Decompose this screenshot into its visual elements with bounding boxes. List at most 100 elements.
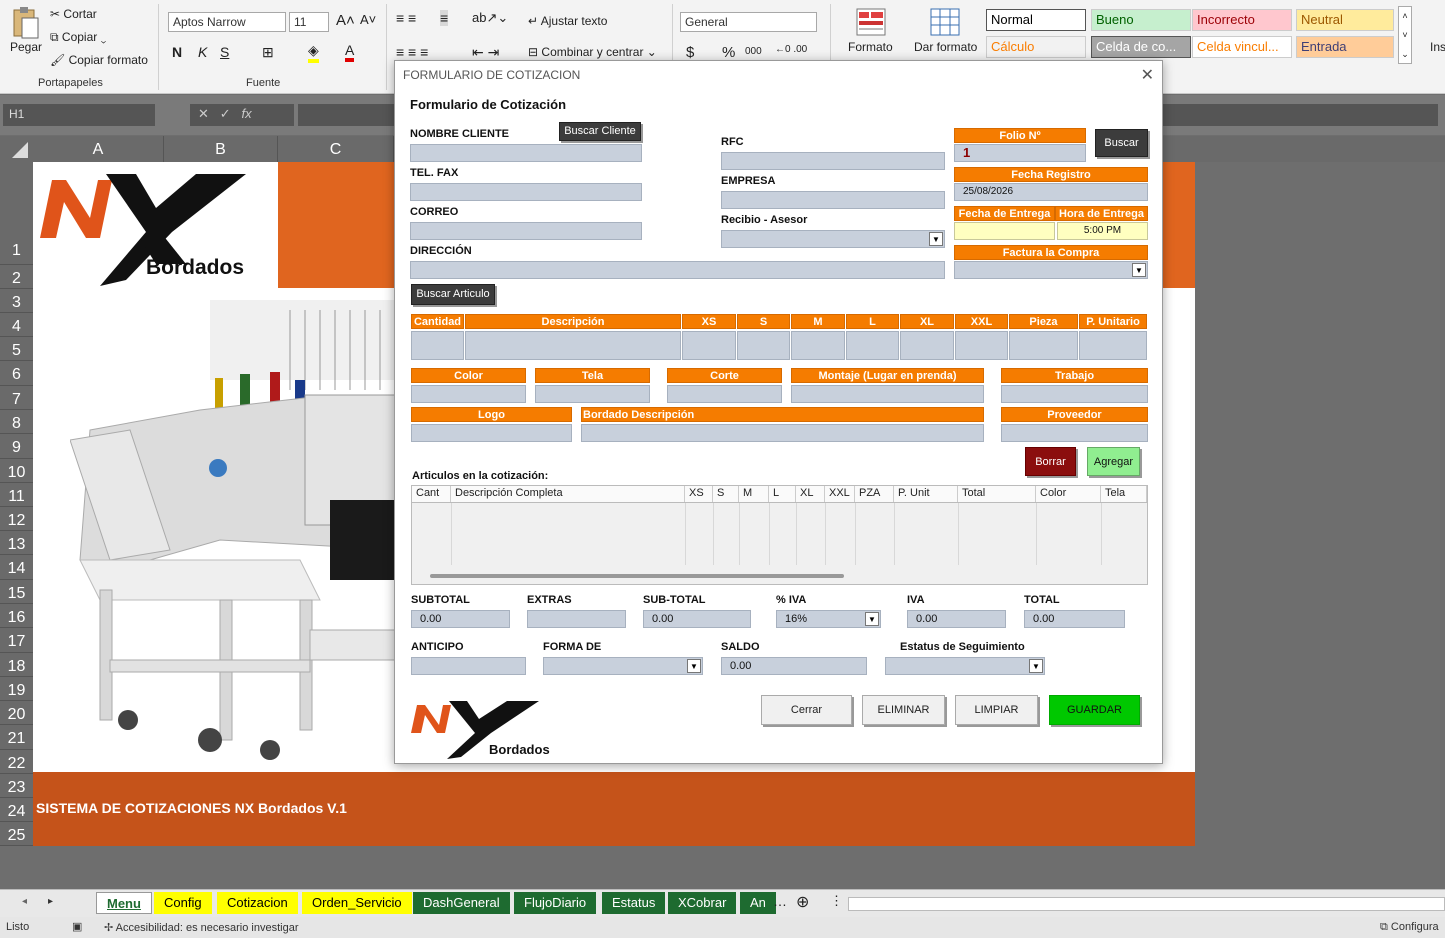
grid-col-5[interactable]: L — [769, 486, 796, 502]
currency-button[interactable]: $ — [686, 44, 694, 61]
nombre-cliente-input[interactable] — [410, 144, 642, 162]
number-format-select[interactable]: General — [680, 12, 817, 32]
chevron-down-icon[interactable]: ▼ — [687, 659, 701, 673]
cell-style-1[interactable]: Bueno — [1091, 9, 1191, 31]
format-table-icon[interactable] — [930, 8, 960, 39]
italic-button[interactable]: K — [198, 44, 207, 60]
paste-icon[interactable] — [10, 6, 40, 40]
borders-icon[interactable]: ⊞ — [262, 44, 274, 61]
bold-button[interactable]: N — [172, 44, 182, 60]
row-header-11[interactable]: 11 — [0, 483, 33, 507]
add-sheet-icon[interactable]: ⊕ — [796, 892, 809, 912]
underline-button[interactable]: S — [220, 44, 229, 60]
tab-menu[interactable]: Menu — [96, 892, 152, 914]
items-grid[interactable]: Cant Descripción Completa XS S M L XL XXL PZA P. … — [411, 485, 1148, 585]
row-header-13[interactable]: 13 — [0, 531, 33, 555]
accessibility-status[interactable]: ✢ Accesibilidad: es necesario investigar — [104, 921, 299, 934]
item-input-2[interactable] — [682, 331, 736, 360]
item-input-3[interactable] — [737, 331, 790, 360]
row-header-4[interactable]: 4 — [0, 313, 33, 337]
row-header-9[interactable]: 9 — [0, 434, 33, 459]
percent-button[interactable]: % — [722, 44, 735, 61]
eliminar-button[interactable]: ELIMINAR — [862, 695, 945, 725]
row-header-3[interactable]: 3 — [0, 289, 33, 313]
row-header-14[interactable]: 14 — [0, 555, 33, 580]
row-header-6[interactable]: 6 — [0, 361, 33, 386]
saldo-field[interactable]: 0.00 — [721, 657, 867, 675]
cell-style-6[interactable]: Celda vincul... — [1192, 36, 1292, 58]
attr-input-4[interactable] — [1001, 385, 1148, 403]
tel-fax-input[interactable] — [410, 183, 642, 201]
more-tabs-icon[interactable]: … — [773, 893, 787, 909]
row-header-15[interactable]: 15 — [0, 580, 33, 604]
grid-col-9[interactable]: P. Unit — [894, 486, 958, 502]
row-header-16[interactable]: 16 — [0, 604, 33, 628]
empresa-input[interactable] — [721, 191, 945, 209]
row-header-2[interactable]: 2 — [0, 265, 33, 289]
horizontal-scrollbar[interactable] — [848, 897, 1445, 911]
close-icon[interactable]: ✕ — [1141, 65, 1154, 85]
sub_total-field[interactable]: 0.00 — [643, 610, 751, 628]
decimal-icons[interactable]: ←0 .00 — [775, 44, 807, 55]
tab-prev-icon[interactable]: ◂ — [22, 896, 27, 907]
cell-style-2[interactable]: Incorrecto — [1192, 9, 1292, 31]
shrink-font-icon[interactable]: A˅ — [360, 12, 376, 27]
attr2-input-0[interactable] — [411, 424, 572, 442]
grid-col-8[interactable]: PZA — [855, 486, 894, 502]
tab-orden_servicio[interactable]: Orden_Servicio — [302, 892, 412, 914]
attr2-input-2[interactable] — [1001, 424, 1148, 442]
grid-col-0[interactable]: Cant — [412, 486, 451, 502]
tab-an[interactable]: An — [740, 892, 776, 914]
orientation-icon[interactable]: ab↗⌄ — [472, 10, 508, 26]
row-header-20[interactable]: 20 — [0, 701, 33, 725]
buscar-cliente-button[interactable]: Buscar Cliente — [559, 122, 641, 141]
row-header-1[interactable]: 1 — [0, 162, 33, 265]
grid-col-12[interactable]: Tela — [1101, 486, 1147, 502]
row-header-17[interactable]: 17 — [0, 628, 33, 653]
extras-field[interactable] — [527, 610, 626, 628]
cell-style-5[interactable]: Celda de co... — [1091, 36, 1191, 58]
select-all-icon[interactable] — [12, 142, 28, 158]
macro-icon[interactable]: ▣ — [72, 920, 82, 933]
indent-icon[interactable]: ⇤ ⇥ — [472, 44, 499, 61]
font-name-select[interactable]: Aptos Narrow — [168, 12, 286, 32]
config-status[interactable]: ⧉ Configura — [1380, 921, 1439, 934]
grid-col-1[interactable]: Descripción Completa — [451, 486, 685, 502]
format-table-button[interactable]: Dar formato — [914, 40, 977, 54]
paste-button[interactable]: Pegar — [10, 40, 42, 54]
item-input-5[interactable] — [846, 331, 899, 360]
iva_pct-field[interactable]: 16% ▼ — [776, 610, 881, 628]
buscar-articulo-button[interactable]: Buscar Articulo — [411, 284, 495, 305]
fecha-entrega-input[interactable] — [954, 222, 1055, 240]
fecha-registro-input[interactable]: 25/08/2026 — [954, 183, 1148, 201]
grid-col-2[interactable]: XS — [685, 486, 713, 502]
grid-col-3[interactable]: S — [713, 486, 739, 502]
forma-field[interactable]: ▼ — [543, 657, 703, 675]
factura-select[interactable]: ▼ — [954, 261, 1148, 279]
attr2-input-1[interactable] — [581, 424, 984, 442]
grid-col-7[interactable]: XXL — [825, 486, 855, 502]
grid-col-11[interactable]: Color — [1036, 486, 1101, 502]
attr-input-3[interactable] — [791, 385, 984, 403]
subtotal-field[interactable]: 0.00 — [411, 610, 510, 628]
folio-input[interactable]: 1 — [954, 144, 1086, 162]
row-header-24[interactable]: 24 — [0, 798, 33, 822]
buscar-button[interactable]: Buscar — [1095, 129, 1148, 157]
item-input-7[interactable] — [955, 331, 1008, 360]
gallery-scroll[interactable]: ˄ ˅ ⌄ — [1398, 6, 1412, 64]
grid-col-6[interactable]: XL — [796, 486, 825, 502]
thousands-button[interactable]: 000 — [745, 46, 762, 57]
rfc-input[interactable] — [721, 152, 945, 170]
item-input-1[interactable] — [465, 331, 681, 360]
row-header-8[interactable]: 8 — [0, 410, 33, 434]
cut-button[interactable]: ✂ Cortar — [50, 7, 97, 21]
tab-dashgeneral[interactable]: DashGeneral — [413, 892, 510, 914]
cell-style-3[interactable]: Neutral — [1296, 9, 1394, 31]
chevron-down-icon[interactable]: ▼ — [865, 612, 879, 626]
merge-center-button[interactable]: ⊟ Combinar y centrar ⌄ — [528, 45, 657, 59]
recibio-select[interactable]: ▼ — [721, 230, 945, 248]
item-input-9[interactable] — [1079, 331, 1147, 360]
hora-entrega-input[interactable]: 5:00 PM — [1057, 222, 1148, 240]
col-header-b[interactable]: B — [164, 136, 278, 162]
item-input-6[interactable] — [900, 331, 954, 360]
